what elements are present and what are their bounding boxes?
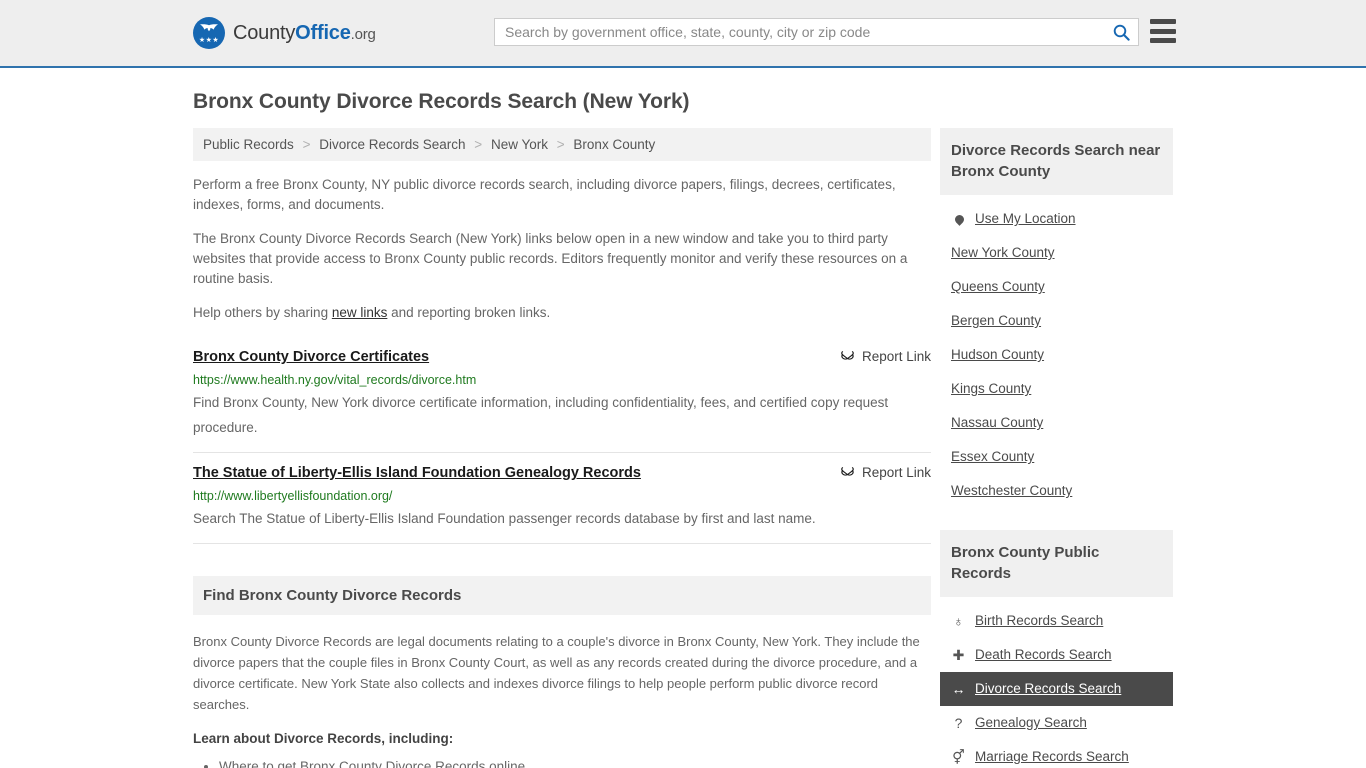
sidebar-item-label: Divorce Records Search (975, 681, 1122, 696)
panel-list: Use My Location New York County Queens C… (940, 195, 1173, 508)
section-heading: Find Bronx County Divorce Records (193, 576, 931, 615)
breadcrumb-separator: > (302, 137, 311, 152)
double-arrow-icon: ↔ (951, 680, 966, 697)
cross-icon: ✚ (952, 646, 965, 663)
panel-list: ♁ Birth Records Search ✚ Death Records S… (940, 597, 1173, 768)
result-description: Find Bronx County, New York divorce cert… (193, 395, 889, 435)
main-column: Public Records > Divorce Records Search … (193, 128, 931, 768)
sidebar-item-divorce-records-search[interactable]: ↔ Divorce Records Search (940, 672, 1173, 706)
intro-paragraph-1: Perform a free Bronx County, NY public d… (193, 177, 896, 212)
breadcrumb-item-new-york[interactable]: New York (491, 137, 548, 152)
page-title: Bronx County Divorce Records Search (New… (193, 90, 690, 113)
question-mark-icon: ? (954, 714, 963, 731)
sidebar-item-westchester-county[interactable]: Westchester County (940, 474, 1173, 508)
eagle-icon (200, 24, 218, 32)
county-office-seal-icon: ★★★ (193, 17, 225, 49)
new-links-link[interactable]: new links (332, 305, 388, 320)
breadcrumb-item-public-records[interactable]: Public Records (203, 137, 294, 152)
sidebar-item-queens-county[interactable]: Queens County (940, 270, 1173, 304)
result-description: Search The Statue of Liberty-Ellis Islan… (193, 511, 816, 526)
section-subheading: Learn about Divorce Records, including: (193, 731, 454, 746)
intro-paragraph-2: The Bronx County Divorce Records Search … (193, 231, 908, 286)
report-link-label: Report Link (861, 349, 931, 364)
sidebar-item-label: Queens County (951, 279, 1045, 294)
report-link-button[interactable]: Report Link (840, 464, 931, 480)
sidebar-item-nassau-county[interactable]: Nassau County (940, 406, 1173, 440)
sidebar-item-label: New York County (951, 245, 1055, 260)
breadcrumb: Public Records > Divorce Records Search … (193, 128, 931, 161)
panel-nearby-counties: Divorce Records Search near Bronx County… (940, 128, 1173, 508)
sidebar-item-death-records-search[interactable]: ✚ Death Records Search (940, 638, 1173, 672)
logo-text-office: Office (295, 21, 351, 44)
sidebar-item-new-york-county[interactable]: New York County (940, 236, 1173, 270)
sidebar-item-bergen-county[interactable]: Bergen County (940, 304, 1173, 338)
result-header: The Statue of Liberty-Ellis Island Found… (193, 464, 931, 483)
map-pin-icon (951, 212, 966, 227)
sidebar-item-label: Nassau County (951, 415, 1044, 430)
sidebar-item-genealogy-search[interactable]: ? Genealogy Search (940, 706, 1173, 740)
sidebar-item-label: Essex County (951, 449, 1035, 464)
breadcrumb-separator: > (474, 137, 483, 152)
menu-button[interactable] (1150, 19, 1176, 43)
search-button[interactable] (1104, 19, 1138, 45)
sidebar-item-label: Hudson County (951, 347, 1045, 362)
search-input[interactable] (495, 19, 1104, 45)
sidebar-item-label: Birth Records Search (975, 613, 1104, 628)
result-url: https://www.health.ny.gov/vital_records/… (193, 373, 477, 387)
breadcrumb-separator: > (556, 137, 565, 152)
result-item: The Statue of Liberty-Ellis Island Found… (193, 453, 931, 544)
site-header: ★★★ CountyOffice.org (0, 0, 1366, 68)
panel-public-records: Bronx County Public Records ♁ Birth Reco… (940, 530, 1173, 768)
result-item: Bronx County Divorce Certificates Report… (193, 337, 931, 453)
logo-wordmark: CountyOffice.org (233, 22, 376, 45)
baby-icon: ♁ (953, 612, 964, 629)
sidebar-item-hudson-county[interactable]: Hudson County (940, 338, 1173, 372)
result-header: Bronx County Divorce Certificates Report… (193, 348, 931, 367)
list-item: Where to get Bronx County Divorce Record… (219, 756, 931, 768)
gender-symbols-icon: ⚥ (952, 748, 965, 765)
logo-text-tld: .org (350, 25, 376, 43)
panel-heading: Divorce Records Search near Bronx County (940, 128, 1173, 195)
hamburger-bar (1150, 19, 1176, 24)
stars-icon: ★★★ (198, 37, 220, 44)
sidebar-item-label: Genealogy Search (975, 715, 1087, 730)
breadcrumb-item-divorce-records-search[interactable]: Divorce Records Search (319, 137, 465, 152)
sidebar-item-marriage-records-search[interactable]: ⚥ Marriage Records Search (940, 740, 1173, 768)
sidebar: Divorce Records Search near Bronx County… (940, 128, 1173, 768)
sidebar-item-label: Use My Location (975, 211, 1076, 226)
result-title-link[interactable]: The Statue of Liberty-Ellis Island Found… (193, 464, 641, 483)
broken-link-icon (841, 350, 854, 360)
sidebar-item-kings-county[interactable]: Kings County (940, 372, 1173, 406)
sidebar-item-use-my-location[interactable]: Use My Location (940, 202, 1173, 236)
section-body-text: Bronx County Divorce Records are legal d… (193, 634, 920, 712)
panel-heading: Bronx County Public Records (940, 530, 1173, 597)
hamburger-bar (1150, 28, 1176, 34)
content-columns: Public Records > Divorce Records Search … (193, 128, 1173, 768)
result-title-link[interactable]: Bronx County Divorce Certificates (193, 348, 429, 367)
site-logo[interactable]: ★★★ CountyOffice.org (193, 17, 376, 49)
search-bar (494, 18, 1139, 46)
report-link-button[interactable]: Report Link (840, 348, 931, 364)
sidebar-item-birth-records-search[interactable]: ♁ Birth Records Search (940, 604, 1173, 638)
intro-paragraph-3: Help others by sharing new links and rep… (193, 303, 931, 323)
sidebar-item-label: Bergen County (951, 313, 1042, 328)
share-text-before: Help others by sharing (193, 305, 332, 320)
sidebar-item-label: Death Records Search (975, 647, 1112, 662)
page-container: Bronx County Divorce Records Search (New… (0, 90, 1366, 768)
hamburger-bar (1150, 38, 1176, 43)
sidebar-item-label: Kings County (951, 381, 1032, 396)
search-icon (1113, 24, 1130, 41)
breadcrumb-item-bronx-county[interactable]: Bronx County (573, 137, 655, 152)
section-bullet-list: Where to get Bronx County Divorce Record… (193, 756, 931, 768)
share-text-after: and reporting broken links. (387, 305, 551, 320)
sidebar-item-essex-county[interactable]: Essex County (940, 440, 1173, 474)
broken-link-icon (841, 466, 854, 476)
sidebar-item-label: Westchester County (951, 483, 1073, 498)
report-link-label: Report Link (861, 465, 931, 480)
sidebar-item-label: Marriage Records Search (975, 749, 1129, 764)
result-url: http://www.libertyellisfoundation.org/ (193, 489, 393, 503)
logo-text-county: County (233, 21, 296, 44)
